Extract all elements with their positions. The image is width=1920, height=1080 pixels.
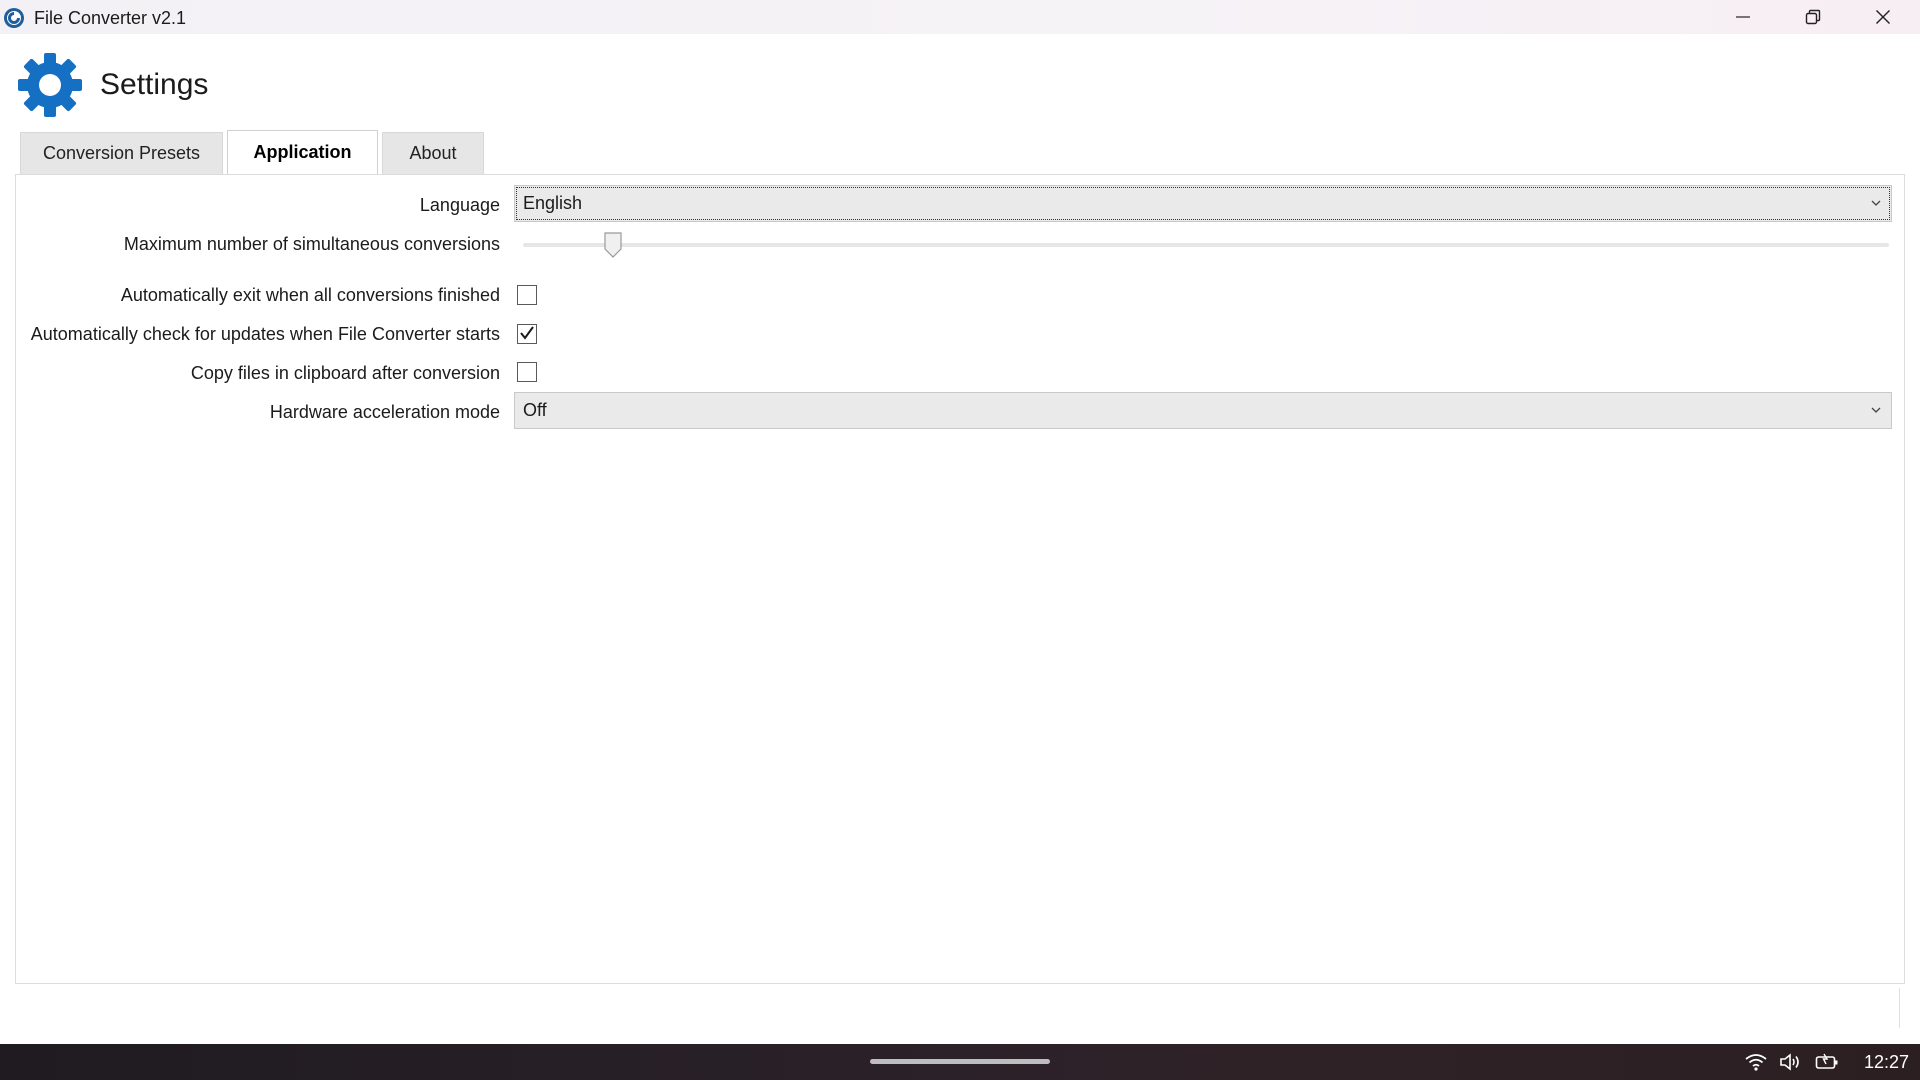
title-bar: File Converter v2.1 <box>0 0 1920 34</box>
volume-icon[interactable] <box>1778 1052 1802 1072</box>
check-updates-label: Automatically check for updates when Fil… <box>30 324 500 344</box>
copy-clipboard-label: Copy files in clipboard after conversion <box>190 363 500 383</box>
close-icon <box>1876 10 1890 24</box>
hw-accel-select[interactable]: Off <box>514 392 1892 429</box>
restore-icon <box>1805 9 1821 25</box>
file-converter-logo-icon <box>4 8 24 28</box>
home-indicator[interactable] <box>870 1059 1050 1064</box>
check-updates-checkbox[interactable] <box>517 324 537 344</box>
tab-conversion-presets[interactable]: Conversion Presets <box>20 132 223 174</box>
minimize-button[interactable] <box>1710 0 1776 34</box>
clock[interactable]: 12:27 <box>1864 1052 1909 1073</box>
tab-application[interactable]: Application <box>227 130 378 174</box>
max-conversions-slider-track[interactable] <box>523 243 1889 247</box>
chevron-down-icon <box>1871 200 1881 206</box>
hw-accel-value: Off <box>523 400 547 420</box>
close-button[interactable] <box>1850 0 1916 34</box>
taskbar: 12:27 <box>0 1044 1920 1080</box>
tab-about[interactable]: About <box>382 132 484 174</box>
language-label: Language <box>419 195 500 215</box>
chevron-down-icon <box>1871 407 1881 413</box>
max-conversions-slider-thumb[interactable] <box>604 232 622 258</box>
max-conversions-label: Maximum number of simultaneous conversio… <box>123 234 500 254</box>
auto-exit-label: Automatically exit when all conversions … <box>120 285 500 305</box>
battery-icon[interactable] <box>1815 1052 1839 1072</box>
resize-grip <box>1896 988 1900 1028</box>
window-title: File Converter v2.1 <box>34 8 187 28</box>
language-value: English <box>523 193 583 213</box>
hw-accel-label: Hardware acceleration mode <box>269 402 500 422</box>
checkmark-icon <box>520 326 534 340</box>
auto-exit-checkbox[interactable] <box>517 285 537 305</box>
wifi-icon[interactable] <box>1744 1052 1768 1072</box>
minimize-icon <box>1736 16 1750 18</box>
language-select[interactable]: English <box>514 185 1892 222</box>
restore-button[interactable] <box>1780 0 1846 34</box>
copy-clipboard-checkbox[interactable] <box>517 362 537 382</box>
page-title: Settings <box>100 68 209 101</box>
gear-icon <box>18 53 82 117</box>
